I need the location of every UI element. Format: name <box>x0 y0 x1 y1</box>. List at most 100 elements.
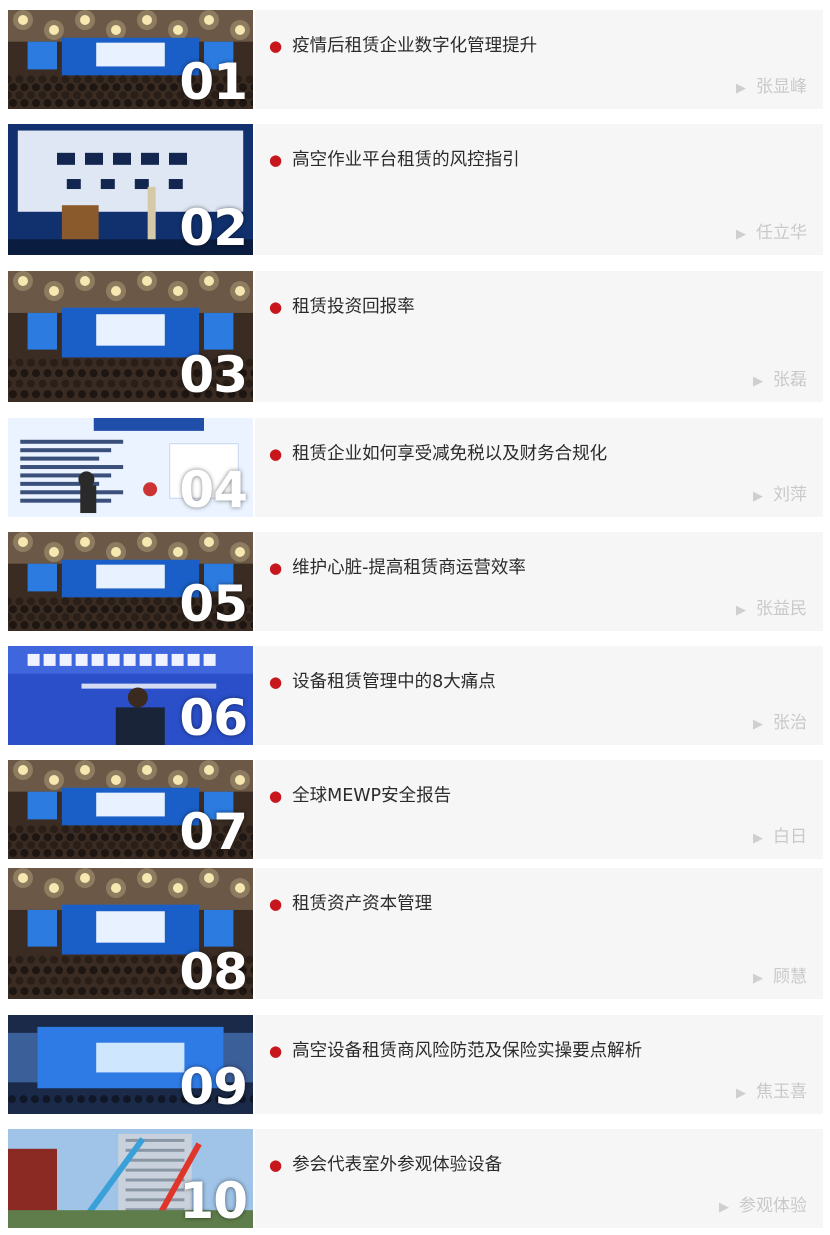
session-speaker: 张治 <box>773 713 807 733</box>
session-number: 03 <box>179 346 248 402</box>
session-card: ● 高空作业平台租赁的风控指引 ▶ 任立华 <box>255 124 823 255</box>
session-photo: 07 <box>8 760 253 859</box>
red-dot-icon: ● <box>269 445 283 463</box>
session-title-row: ● 租赁投资回报率 <box>269 293 415 318</box>
session-card: ● 设备租赁管理中的8大痛点 ▶ 张治 <box>255 646 823 745</box>
session-speaker: 参观体验 <box>739 1196 807 1216</box>
agenda-item[interactable]: 06 ● 设备租赁管理中的8大痛点 ▶ 张治 <box>8 646 823 745</box>
session-number: 10 <box>179 1172 248 1228</box>
session-number: 07 <box>179 803 248 859</box>
play-triangle-icon: ▶ <box>736 603 746 618</box>
session-photo: 06 <box>8 646 253 745</box>
session-title: 参会代表室外参观体验设备 <box>292 1155 503 1175</box>
red-dot-icon: ● <box>269 151 283 169</box>
session-photo: 10 <box>8 1129 253 1228</box>
session-card: ● 高空设备租赁商风险防范及保险实操要点解析 ▶ 焦玉喜 <box>255 1015 823 1114</box>
session-card: ● 租赁投资回报率 ▶ 张磊 <box>255 271 823 402</box>
session-title-row: ● 高空作业平台租赁的风控指引 <box>269 146 520 171</box>
session-title: 租赁资产资本管理 <box>292 894 433 914</box>
session-title: 租赁企业如何享受减免税以及财务合规化 <box>292 444 608 464</box>
session-number: 04 <box>179 461 248 517</box>
session-title-row: ● 租赁企业如何享受减免税以及财务合规化 <box>269 440 607 465</box>
play-triangle-icon: ▶ <box>736 227 746 242</box>
session-photo: 05 <box>8 532 253 631</box>
session-card: ● 参会代表室外参观体验设备 ▶ 参观体验 <box>255 1129 823 1228</box>
session-speaker-row: ▶ 张显峰 <box>736 72 807 97</box>
agenda-item[interactable]: 10 ● 参会代表室外参观体验设备 ▶ 参观体验 <box>8 1129 823 1228</box>
session-title: 高空作业平台租赁的风控指引 <box>292 150 520 170</box>
session-speaker-row: ▶ 张益民 <box>736 594 807 619</box>
session-title-row: ● 设备租赁管理中的8大痛点 <box>269 668 496 693</box>
session-title-row: ● 租赁资产资本管理 <box>269 890 432 915</box>
play-triangle-icon: ▶ <box>753 489 763 504</box>
session-title-row: ● 疫情后租赁企业数字化管理提升 <box>269 32 537 57</box>
play-triangle-icon: ▶ <box>719 1200 729 1215</box>
agenda-item[interactable]: 01 ● 疫情后租赁企业数字化管理提升 ▶ 张显峰 <box>8 10 823 109</box>
session-title-row: ● 维护心脏-提高租赁商运营效率 <box>269 554 526 579</box>
play-triangle-icon: ▶ <box>753 971 763 986</box>
agenda-item[interactable]: 02 ● 高空作业平台租赁的风控指引 ▶ 任立华 <box>8 124 823 255</box>
session-speaker-row: ▶ 焦玉喜 <box>736 1077 807 1102</box>
agenda-item[interactable]: 09 ● 高空设备租赁商风险防范及保险实操要点解析 ▶ 焦玉喜 <box>8 1015 823 1114</box>
session-card: ● 租赁企业如何享受减免税以及财务合规化 ▶ 刘萍 <box>255 418 823 517</box>
session-title: 高空设备租赁商风险防范及保险实操要点解析 <box>292 1041 643 1061</box>
session-title: 维护心脏-提高租赁商运营效率 <box>292 558 526 578</box>
red-dot-icon: ● <box>269 787 283 805</box>
session-speaker: 白日 <box>773 827 807 847</box>
session-speaker: 顾慧 <box>773 967 807 987</box>
session-title-row: ● 全球MEWP安全报告 <box>269 782 451 807</box>
session-title: 全球MEWP安全报告 <box>292 786 452 806</box>
red-dot-icon: ● <box>269 298 283 316</box>
session-speaker-row: ▶ 张治 <box>753 708 807 733</box>
session-card: ● 租赁资产资本管理 ▶ 顾慧 <box>255 868 823 999</box>
play-triangle-icon: ▶ <box>753 717 763 732</box>
play-triangle-icon: ▶ <box>753 831 763 846</box>
session-speaker: 刘萍 <box>773 485 807 505</box>
red-dot-icon: ● <box>269 895 283 913</box>
red-dot-icon: ● <box>269 559 283 577</box>
session-photo: 01 <box>8 10 253 109</box>
agenda-list: 01 ● 疫情后租赁企业数字化管理提升 ▶ 张显峰 02 ● 高空作业平台租赁的风控指引 ▶ 任立… <box>0 0 830 1235</box>
play-triangle-icon: ▶ <box>753 374 763 389</box>
agenda-item[interactable]: 08 ● 租赁资产资本管理 ▶ 顾慧 <box>8 868 823 999</box>
session-photo: 03 <box>8 271 253 402</box>
red-dot-icon: ● <box>269 1156 283 1174</box>
agenda-item[interactable]: 04 ● 租赁企业如何享受减免税以及财务合规化 ▶ 刘萍 <box>8 418 823 517</box>
session-photo: 02 <box>8 124 253 255</box>
session-speaker: 张益民 <box>756 599 807 619</box>
session-speaker: 任立华 <box>756 223 807 243</box>
agenda-item[interactable]: 05 ● 维护心脏-提高租赁商运营效率 ▶ 张益民 <box>8 532 823 631</box>
session-card: ● 全球MEWP安全报告 ▶ 白日 <box>255 760 823 859</box>
session-number: 08 <box>179 943 248 999</box>
session-number: 05 <box>179 575 248 631</box>
session-speaker-row: ▶ 刘萍 <box>753 480 807 505</box>
session-speaker: 张磊 <box>773 370 807 390</box>
session-title-row: ● 参会代表室外参观体验设备 <box>269 1151 502 1176</box>
play-triangle-icon: ▶ <box>736 1086 746 1101</box>
play-triangle-icon: ▶ <box>736 81 746 96</box>
session-card: ● 疫情后租赁企业数字化管理提升 ▶ 张显峰 <box>255 10 823 109</box>
agenda-item[interactable]: 03 ● 租赁投资回报率 ▶ 张磊 <box>8 271 823 402</box>
red-dot-icon: ● <box>269 1042 283 1060</box>
agenda-item[interactable]: 07 ● 全球MEWP安全报告 ▶ 白日 <box>8 760 823 859</box>
red-dot-icon: ● <box>269 673 283 691</box>
session-title: 疫情后租赁企业数字化管理提升 <box>292 36 538 56</box>
session-speaker-row: ▶ 张磊 <box>753 365 807 390</box>
session-title: 租赁投资回报率 <box>292 297 415 317</box>
session-speaker-row: ▶ 参观体验 <box>719 1191 807 1216</box>
red-dot-icon: ● <box>269 37 283 55</box>
session-speaker: 焦玉喜 <box>756 1082 807 1102</box>
session-title: 设备租赁管理中的8大痛点 <box>292 672 496 692</box>
session-card: ● 维护心脏-提高租赁商运营效率 ▶ 张益民 <box>255 532 823 631</box>
session-title-row: ● 高空设备租赁商风险防范及保险实操要点解析 <box>269 1037 642 1062</box>
session-photo: 04 <box>8 418 253 517</box>
session-speaker-row: ▶ 顾慧 <box>753 962 807 987</box>
session-speaker-row: ▶ 任立华 <box>736 218 807 243</box>
session-number: 01 <box>179 53 248 109</box>
session-photo: 09 <box>8 1015 253 1114</box>
session-speaker: 张显峰 <box>756 77 807 97</box>
session-speaker-row: ▶ 白日 <box>753 822 807 847</box>
session-number: 06 <box>179 689 248 745</box>
session-photo: 08 <box>8 868 253 999</box>
session-number: 09 <box>179 1058 248 1114</box>
